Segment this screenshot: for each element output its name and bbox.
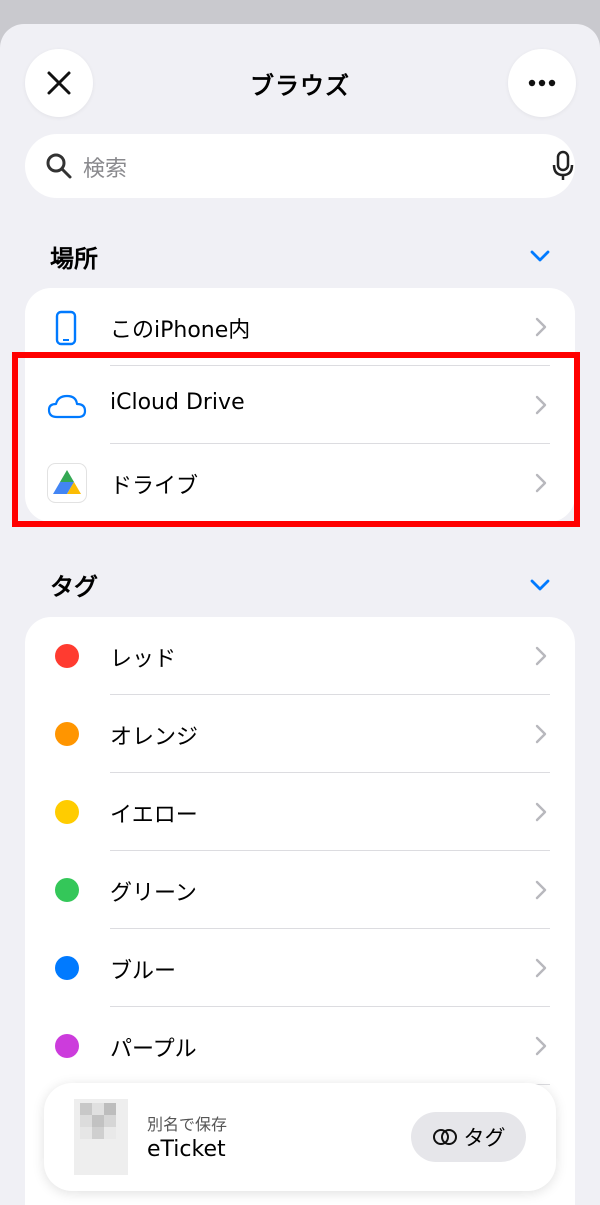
chevron-right-icon xyxy=(535,802,547,822)
save-as-bar: 別名で保存 eTicket タグ xyxy=(44,1083,556,1191)
tag-label: グリーン xyxy=(110,881,197,906)
tag-color-dot xyxy=(55,956,79,980)
save-as-caption: 別名で保存 xyxy=(147,1115,228,1134)
tag-item[interactable]: オレンジ xyxy=(25,695,575,773)
search-field[interactable]: 検索 xyxy=(25,134,575,198)
locations-heading: 場所 xyxy=(50,245,98,273)
chevron-down-icon[interactable] xyxy=(528,577,552,593)
chevron-right-icon xyxy=(535,1036,547,1056)
tag-button[interactable]: タグ xyxy=(411,1112,526,1162)
tag-item[interactable]: グリーン xyxy=(25,851,575,929)
chevron-right-icon xyxy=(535,646,547,666)
highlight-box xyxy=(12,352,580,527)
filename-field[interactable]: eTicket xyxy=(147,1137,226,1162)
tag-color-dot xyxy=(55,722,79,746)
tag-item[interactable]: レッド xyxy=(25,617,575,695)
search-icon xyxy=(46,153,72,179)
tag-label: レッド xyxy=(110,647,177,672)
tag-label: ブルー xyxy=(110,959,177,984)
tag-label: パープル xyxy=(110,1037,197,1062)
iphone-icon xyxy=(55,310,77,346)
tag-label: イエロー xyxy=(110,803,198,828)
tag-item[interactable]: パープル xyxy=(25,1007,575,1085)
microphone-icon[interactable] xyxy=(551,150,575,182)
tag-item[interactable]: イエロー xyxy=(25,773,575,851)
tag-color-dot xyxy=(55,1034,79,1058)
tag-button-label: タグ xyxy=(463,1126,506,1150)
search-placeholder: 検索 xyxy=(83,157,128,182)
tag-color-dot xyxy=(55,800,79,824)
tag-color-dot xyxy=(55,644,79,668)
tag-label: オレンジ xyxy=(110,725,199,750)
tag-color-dot xyxy=(55,878,79,902)
tag-toggle-icon xyxy=(432,1129,457,1145)
chevron-right-icon xyxy=(535,958,547,978)
chevron-right-icon xyxy=(535,880,547,900)
more-button[interactable] xyxy=(508,49,576,117)
tag-item[interactable]: ブルー xyxy=(25,929,575,1007)
chevron-down-icon[interactable] xyxy=(528,248,552,264)
tags-heading: タグ xyxy=(50,573,98,601)
ellipsis-icon xyxy=(528,79,556,87)
browse-sheet: ブラウズ 検索 場所 このiPhone内 iCloud Drive ドライブ タ… xyxy=(0,24,600,1205)
chevron-right-icon xyxy=(535,724,547,744)
location-label: このiPhone内 xyxy=(110,318,251,343)
chevron-right-icon xyxy=(535,317,547,337)
file-thumbnail xyxy=(74,1099,128,1175)
